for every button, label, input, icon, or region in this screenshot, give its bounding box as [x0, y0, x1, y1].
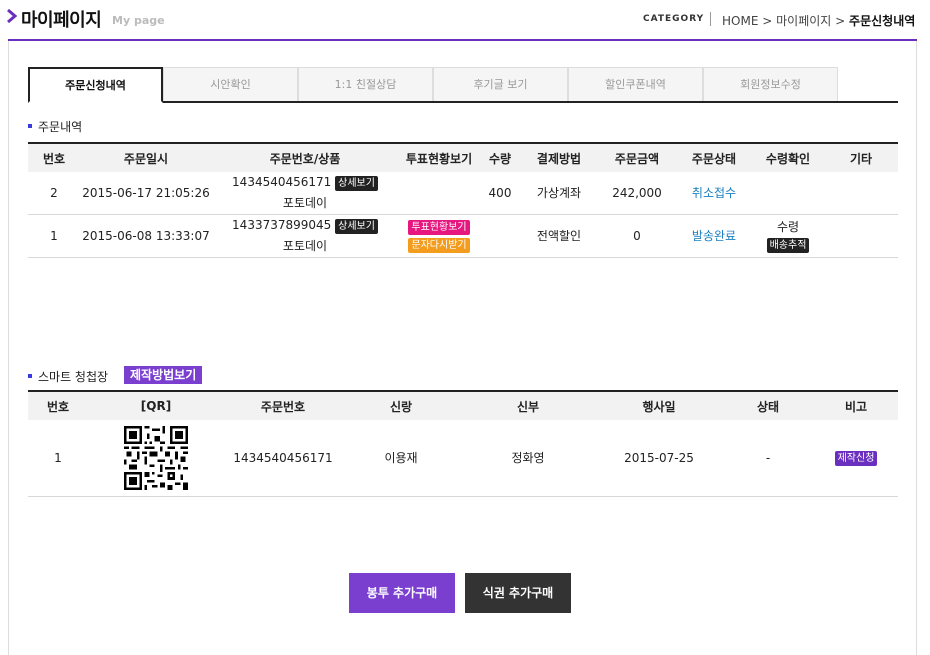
tab-coupons[interactable]: 할인쿠폰내역 — [568, 67, 703, 101]
order-product-cell: 1433737899045 상세보기 포토데이 — [212, 214, 398, 258]
product-name: 포토데이 — [282, 195, 328, 210]
detail-button[interactable]: 상세보기 — [335, 218, 378, 234]
qr-code-icon[interactable] — [124, 425, 188, 490]
column-header: 주문번호 — [224, 390, 342, 420]
column-header: 주문상태 — [676, 142, 752, 172]
bride-name: 정화영 — [460, 420, 596, 497]
column-header: 결제방법 — [520, 142, 598, 172]
order-date: 2015-06-08 13:33:07 — [80, 214, 212, 258]
event-date: 2015-07-25 — [596, 420, 722, 497]
vote-status-button[interactable]: 투표현황보기 — [408, 219, 470, 235]
order-date: 2015-06-17 21:05:26 — [80, 172, 212, 215]
bullet-icon — [28, 373, 32, 378]
column-header: 주문금액 — [598, 142, 676, 172]
order-number: 1434540456171 — [232, 174, 332, 189]
order-qty — [480, 214, 520, 258]
order-no: 2 — [28, 172, 80, 215]
order-no: 1 — [28, 214, 80, 258]
payment-method: 가상계좌 — [520, 172, 598, 215]
breadcrumb-separator: > — [762, 14, 773, 28]
breadcrumb-home[interactable]: HOME — [722, 14, 758, 28]
table-header-row: 번호 [QR] 주문번호 신랑 신부 행사일 상태 비고 — [28, 390, 898, 420]
note-cell: 제작신청 — [814, 420, 898, 497]
groom-name: 이용재 — [342, 420, 460, 497]
breadcrumb: HOME > 마이페이지 > 주문신청내역 — [722, 12, 915, 29]
resend-sms-button[interactable]: 문자다시받기 — [408, 237, 470, 253]
column-header: 기타 — [824, 142, 898, 172]
column-header: 수량 — [480, 142, 520, 172]
product-name: 포토데이 — [282, 238, 328, 253]
vote-cell: 투표현황보기 문자다시받기 — [398, 214, 480, 258]
column-header: 투표현황보기 — [398, 142, 480, 172]
qr-cell — [88, 420, 224, 497]
buy-meal-ticket-button[interactable]: 식권 추가구매 — [465, 573, 571, 613]
track-delivery-button[interactable]: 배송추적 — [766, 238, 810, 253]
order-amount: 0 — [598, 214, 676, 258]
column-header: 신랑 — [342, 390, 460, 420]
etc-cell — [824, 214, 898, 258]
how-to-make-button[interactable]: 제작방법보기 — [124, 366, 203, 384]
tab-order-history[interactable]: 주문신청내역 — [28, 67, 163, 103]
category-label: CATEGORY — [643, 14, 705, 24]
column-header: 상태 — [722, 390, 814, 420]
column-header: 행사일 — [596, 390, 722, 420]
column-header: 비고 — [814, 390, 898, 420]
order-qty: 400 — [480, 172, 520, 215]
column-header: [QR] — [88, 390, 224, 420]
order-status-link[interactable]: 발송완료 — [676, 214, 752, 258]
column-header: 수령확인 — [752, 142, 824, 172]
invitation-no: 1 — [28, 420, 88, 497]
content-frame — [8, 41, 917, 655]
chevron-right-icon — [7, 8, 18, 24]
order-product-cell: 1434540456171 상세보기 포토데이 — [212, 172, 398, 215]
detail-button[interactable]: 상세보기 — [335, 175, 378, 191]
breadcrumb-current: 주문신청내역 — [849, 14, 916, 28]
payment-method: 전액할인 — [520, 214, 598, 258]
table-row: 1 1434540456171 이용재 정화영 2015-07-25 - 제작신… — [28, 420, 898, 497]
column-header: 번호 — [28, 390, 88, 420]
divider — [710, 12, 711, 26]
receive-text: 수령 — [776, 220, 800, 234]
invitation-order-no: 1434540456171 — [224, 420, 342, 497]
table-row: 2 2015-06-17 21:05:26 1434540456171 상세보기… — [28, 172, 898, 215]
page-subtitle: My page — [112, 14, 165, 27]
etc-cell — [824, 172, 898, 215]
order-amount: 242,000 — [598, 172, 676, 215]
column-header: 번호 — [28, 142, 80, 172]
column-header: 주문번호/상품 — [212, 142, 398, 172]
buy-envelope-button[interactable]: 봉투 추가구매 — [349, 573, 455, 613]
smart-section-title: 스마트 청첩장 — [28, 368, 108, 385]
column-header: 주문일시 — [80, 142, 212, 172]
breadcrumb-separator: > — [835, 14, 846, 28]
top-bar: 마이페이지 My page CATEGORY HOME > 마이페이지 > 주문… — [0, 0, 930, 40]
vote-cell — [398, 172, 480, 215]
order-status-link[interactable]: 취소접수 — [676, 172, 752, 215]
invitation-status: - — [722, 420, 814, 497]
tab-draft-check[interactable]: 시안확인 — [163, 67, 298, 101]
breadcrumb-mypage[interactable]: 마이페이지 — [776, 14, 831, 28]
table-header-row: 번호 주문일시 주문번호/상품 투표현황보기 수량 결제방법 주문금액 주문상태… — [28, 142, 898, 172]
column-header: 신부 — [460, 390, 596, 420]
order-number: 1433737899045 — [232, 217, 332, 232]
production-request-button[interactable]: 제작신청 — [834, 450, 878, 466]
orders-section-title: 주문내역 — [28, 118, 82, 135]
tab-consult[interactable]: 1:1 친절상담 — [298, 67, 433, 101]
receive-cell: 수령 배송추적 — [752, 214, 824, 258]
table-row: 1 2015-06-08 13:33:07 1433737899045 상세보기… — [28, 214, 898, 258]
orders-table: 번호 주문일시 주문번호/상품 투표현황보기 수량 결제방법 주문금액 주문상태… — [28, 142, 898, 258]
tab-bar: 주문신청내역 시안확인 1:1 친절상담 후기글 보기 할인쿠폰내역 회원정보수… — [28, 67, 898, 103]
page-title: 마이페이지 — [21, 10, 102, 31]
bullet-icon — [28, 123, 32, 128]
tab-reviews[interactable]: 후기글 보기 — [433, 67, 568, 101]
smart-invitation-table: 번호 [QR] 주문번호 신랑 신부 행사일 상태 비고 1 143454045… — [28, 390, 898, 497]
receive-cell — [752, 172, 824, 215]
tab-member-info[interactable]: 회원정보수정 — [703, 67, 838, 101]
